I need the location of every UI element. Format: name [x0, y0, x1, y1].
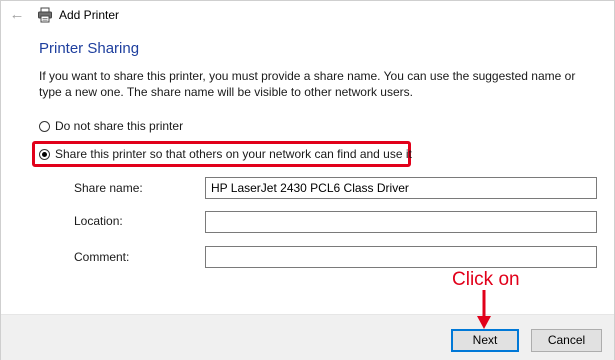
page-description: If you want to share this printer, you m…: [39, 69, 576, 99]
share-name-input[interactable]: [205, 177, 597, 199]
annotation-click-on-text: Click on: [452, 269, 520, 290]
location-input[interactable]: [205, 211, 597, 233]
radio-button-no-share[interactable]: [39, 120, 50, 132]
red-down-arrow-icon: [477, 290, 491, 329]
radio-option-no-share[interactable]: Do not share this printer: [39, 117, 183, 135]
radio-label-no-share: Do not share this printer: [55, 119, 184, 133]
radio-option-share[interactable]: Share this printer so that others on you…: [39, 145, 412, 163]
page-heading: Printer Sharing: [39, 40, 140, 57]
radio-button-share[interactable]: [39, 148, 50, 160]
window-title: Add Printer: [59, 8, 120, 22]
printer-icon: [38, 7, 52, 23]
cancel-button[interactable]: Cancel: [531, 329, 602, 352]
comment-label: Comment:: [74, 250, 130, 264]
comment-input[interactable]: [205, 246, 597, 268]
dialog-footer: Next Cancel: [1, 314, 614, 360]
title-bar: ← Add Printer: [1, 1, 614, 31]
share-name-label: Share name:: [74, 181, 143, 195]
next-button[interactable]: Next: [451, 329, 519, 352]
location-label: Location:: [74, 214, 123, 228]
add-printer-window: ← Add Printer Printer Sharing If you wan…: [0, 0, 615, 360]
radio-label-share: Share this printer so that others on you…: [55, 147, 412, 161]
back-arrow-icon[interactable]: ←: [7, 6, 27, 24]
